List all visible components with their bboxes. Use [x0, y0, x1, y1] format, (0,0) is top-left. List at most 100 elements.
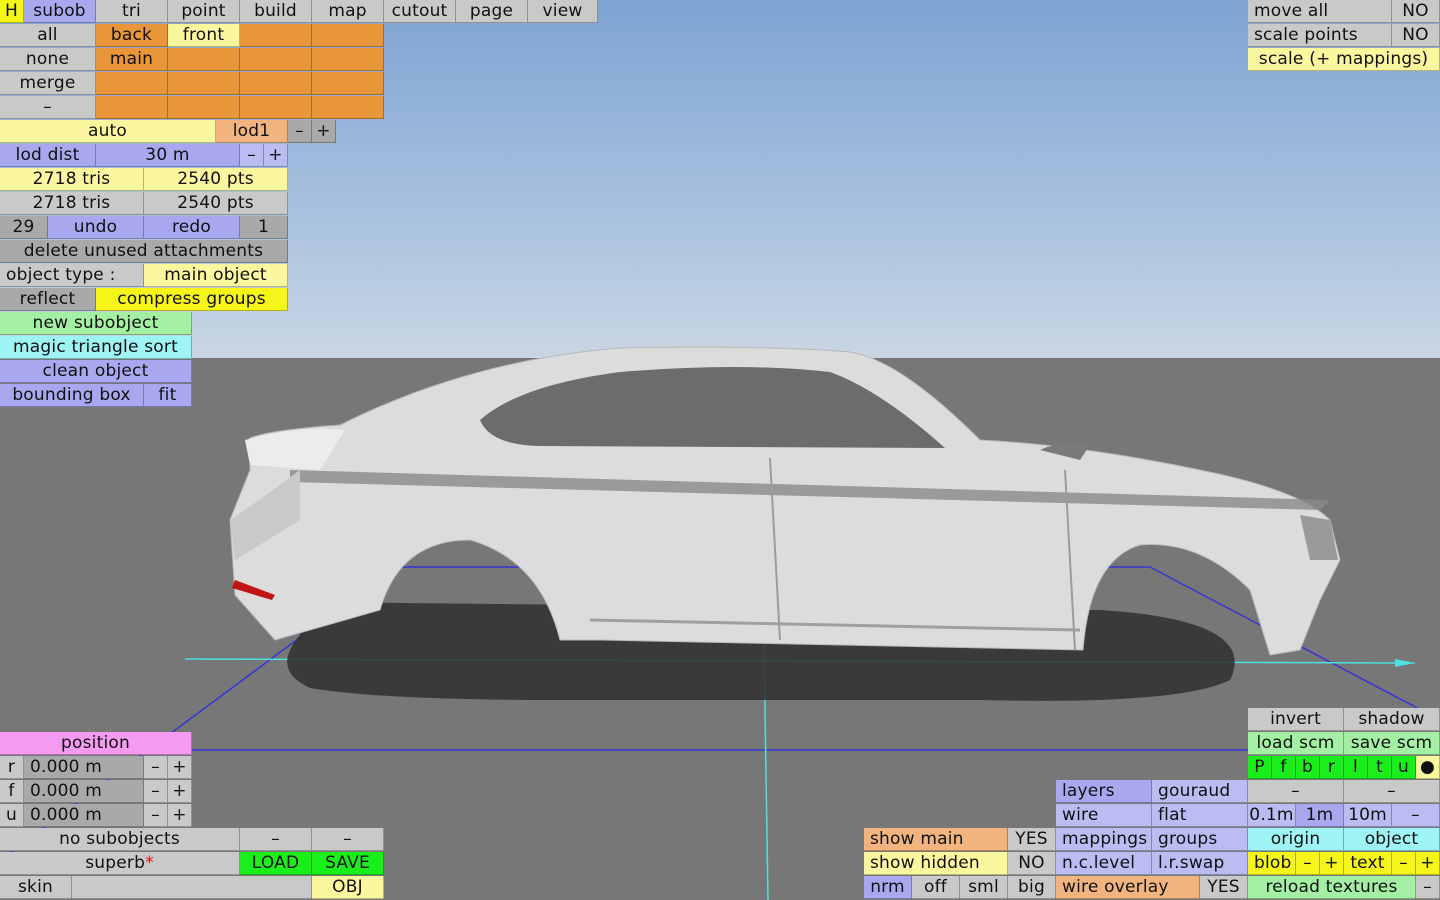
show-main-button[interactable]: show main — [864, 828, 1008, 851]
subobject-empty[interactable] — [96, 72, 168, 95]
reflect-button[interactable]: reflect — [0, 288, 96, 311]
layers-button[interactable]: layers — [1056, 780, 1152, 803]
clean-object-button[interactable]: clean object — [0, 360, 192, 383]
step-minus-button[interactable]: – — [1392, 804, 1440, 827]
blob-button[interactable]: blob — [1248, 852, 1296, 875]
show-hidden-value[interactable]: NO — [1008, 852, 1056, 875]
lod-minus-button[interactable]: – — [288, 120, 312, 143]
blob-minus-button[interactable]: – — [1296, 852, 1320, 875]
object-type-value[interactable]: main object — [144, 264, 288, 287]
skin-field[interactable] — [72, 876, 312, 899]
filename-field[interactable]: superb* — [0, 852, 240, 875]
subobject-empty[interactable] — [312, 96, 384, 119]
position-f-value[interactable]: 0.000 m — [24, 780, 144, 803]
groups-button[interactable]: groups — [1152, 828, 1248, 851]
tab-map[interactable]: map — [312, 0, 384, 23]
mappings-button[interactable]: mappings — [1056, 828, 1152, 851]
origin-button[interactable]: origin — [1248, 828, 1344, 851]
lr-swap-button[interactable]: l.r.swap — [1152, 852, 1248, 875]
subobject-empty[interactable] — [312, 72, 384, 95]
lod-dist-minus-button[interactable]: – — [240, 144, 264, 167]
view-t-button[interactable]: t — [1368, 756, 1392, 779]
merge-button[interactable]: merge — [0, 72, 96, 95]
subobject-empty[interactable] — [240, 24, 312, 47]
wire-button[interactable]: wire — [1056, 804, 1152, 827]
lod-level[interactable]: lod1 — [216, 120, 288, 143]
undo-button[interactable]: undo — [48, 216, 144, 239]
subobject-empty[interactable] — [240, 72, 312, 95]
position-r-plus[interactable]: + — [168, 756, 192, 779]
position-u-value[interactable]: 0.000 m — [24, 804, 144, 827]
save-button[interactable]: SAVE — [312, 852, 384, 875]
view-l-button[interactable]: l — [1344, 756, 1368, 779]
nc-level-button[interactable]: n.c.level — [1056, 852, 1152, 875]
lod-plus-button[interactable]: + — [312, 120, 336, 143]
dash-button[interactable]: – — [0, 96, 96, 119]
text-button[interactable]: text — [1344, 852, 1392, 875]
select-all-button[interactable]: all — [0, 24, 96, 47]
dash-button-a[interactable]: – — [240, 828, 312, 851]
position-u-plus[interactable]: + — [168, 804, 192, 827]
scale-points-value[interactable]: NO — [1392, 24, 1440, 47]
view-u-button[interactable]: u — [1392, 756, 1416, 779]
reload-textures-button[interactable]: reload textures — [1248, 876, 1416, 899]
new-subobject-button[interactable]: new subobject — [0, 312, 192, 335]
tab-tri[interactable]: tri — [96, 0, 168, 23]
subobject-back[interactable]: back — [96, 24, 168, 47]
position-f-plus[interactable]: + — [168, 780, 192, 803]
view-f-button[interactable]: f — [1272, 756, 1296, 779]
delete-unused-button[interactable]: delete unused attachments — [0, 240, 288, 263]
dash-button-b[interactable]: – — [312, 828, 384, 851]
move-all-button[interactable]: move all — [1248, 0, 1392, 23]
lod-dist-plus-button[interactable]: + — [264, 144, 288, 167]
position-r-minus[interactable]: – — [144, 756, 168, 779]
wire-overlay-value[interactable]: YES — [1200, 876, 1248, 899]
sml-button[interactable]: sml — [960, 876, 1008, 899]
move-all-value[interactable]: NO — [1392, 0, 1440, 23]
obj-button[interactable]: OBJ — [312, 876, 384, 899]
tab-point[interactable]: point — [168, 0, 240, 23]
view-p-button[interactable]: P — [1248, 756, 1272, 779]
object-button[interactable]: object — [1344, 828, 1440, 851]
reload-minus-button[interactable]: – — [1416, 876, 1440, 899]
position-u-minus[interactable]: – — [144, 804, 168, 827]
subobject-empty[interactable] — [168, 96, 240, 119]
position-f-minus[interactable]: – — [144, 780, 168, 803]
step-0-1m-button[interactable]: 0.1m — [1248, 804, 1296, 827]
compress-groups-button[interactable]: compress groups — [96, 288, 288, 311]
load-button[interactable]: LOAD — [240, 852, 312, 875]
show-hidden-button[interactable]: show hidden — [864, 852, 1008, 875]
blob-plus-button[interactable]: + — [1320, 852, 1344, 875]
shadow-button[interactable]: shadow — [1344, 708, 1440, 731]
step-1m-button[interactable]: 1m — [1296, 804, 1344, 827]
gouraud-button[interactable]: gouraud — [1152, 780, 1248, 803]
redo-button[interactable]: redo — [144, 216, 240, 239]
subobject-empty[interactable] — [168, 72, 240, 95]
view-r-button[interactable]: r — [1320, 756, 1344, 779]
h-button[interactable]: H — [0, 0, 24, 23]
scale-points-button[interactable]: scale points — [1248, 24, 1392, 47]
tab-cutout[interactable]: cutout — [384, 0, 456, 23]
off-button[interactable]: off — [912, 876, 960, 899]
subobject-main[interactable]: main — [96, 48, 168, 71]
select-none-button[interactable]: none — [0, 48, 96, 71]
tab-subob[interactable]: subob — [24, 0, 96, 23]
subobject-empty[interactable] — [312, 48, 384, 71]
subobject-empty[interactable] — [168, 48, 240, 71]
tab-build[interactable]: build — [240, 0, 312, 23]
show-main-value[interactable]: YES — [1008, 828, 1056, 851]
nrm-button[interactable]: nrm — [864, 876, 912, 899]
dash-button-d[interactable]: – — [1344, 780, 1440, 803]
position-r-value[interactable]: 0.000 m — [24, 756, 144, 779]
subobject-empty[interactable] — [240, 96, 312, 119]
flat-button[interactable]: flat — [1152, 804, 1248, 827]
load-scm-button[interactable]: load scm — [1248, 732, 1344, 755]
tab-view[interactable]: view — [528, 0, 598, 23]
text-minus-button[interactable]: – — [1392, 852, 1416, 875]
view-b-button[interactable]: b — [1296, 756, 1320, 779]
big-button[interactable]: big — [1008, 876, 1056, 899]
bounding-box-button[interactable]: bounding box — [0, 384, 144, 407]
subobject-empty[interactable] — [96, 96, 168, 119]
step-10m-button[interactable]: 10m — [1344, 804, 1392, 827]
fit-button[interactable]: fit — [144, 384, 192, 407]
